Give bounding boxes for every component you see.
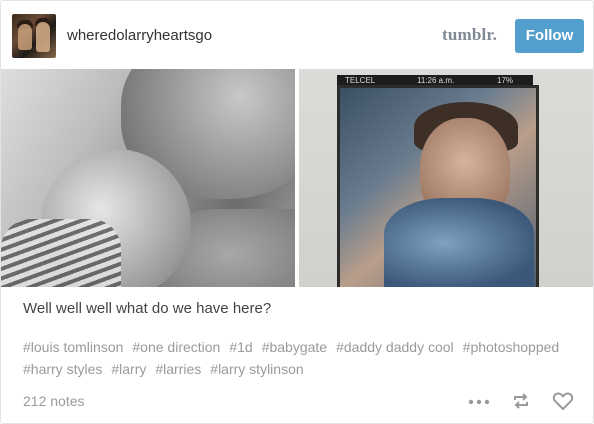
tag-link[interactable]: #harry styles bbox=[23, 358, 102, 380]
heart-icon[interactable] bbox=[552, 390, 574, 412]
tag-link[interactable]: #one direction bbox=[132, 336, 220, 358]
tag-link[interactable]: #louis tomlinson bbox=[23, 336, 123, 358]
post-caption: Well well well what do we have here? bbox=[23, 300, 272, 317]
post-tags: #louis tomlinson #one direction #1d #babyga… bbox=[23, 336, 583, 380]
avatar-figure-right bbox=[36, 22, 50, 52]
post-header: wheredolarryheartsgo tumblr. Follow bbox=[1, 1, 593, 69]
photo-right-baby bbox=[384, 198, 534, 287]
avatar-figure-left bbox=[18, 24, 32, 50]
tag-link[interactable]: #photoshopped bbox=[463, 336, 560, 358]
tag-link[interactable]: #larry bbox=[111, 358, 146, 380]
tag-link[interactable]: #larry stylinson bbox=[210, 358, 303, 380]
phone-screen-photo bbox=[337, 85, 539, 287]
blog-avatar[interactable] bbox=[12, 14, 56, 58]
follow-button[interactable]: Follow bbox=[515, 19, 584, 53]
post-photo-left[interactable] bbox=[1, 69, 295, 287]
more-icon[interactable] bbox=[468, 399, 490, 405]
tag-link[interactable]: #daddy daddy cool bbox=[336, 336, 454, 358]
post-card: wheredolarryheartsgo tumblr. Follow TELC… bbox=[0, 0, 594, 424]
post-photo-right[interactable]: TELCEL 11:26 a.m. 17% bbox=[299, 69, 593, 287]
tumblr-logo: tumblr. bbox=[442, 25, 498, 44]
tag-link[interactable]: #babygate bbox=[262, 336, 327, 358]
reblog-icon[interactable] bbox=[511, 391, 531, 411]
tag-link[interactable]: #1d bbox=[229, 336, 252, 358]
tag-link[interactable]: #larries bbox=[155, 358, 201, 380]
notes-count[interactable]: 212 notes bbox=[23, 393, 85, 409]
blog-name-link[interactable]: wheredolarryheartsgo bbox=[67, 27, 212, 44]
photo-left-striped-blanket bbox=[1, 219, 121, 287]
